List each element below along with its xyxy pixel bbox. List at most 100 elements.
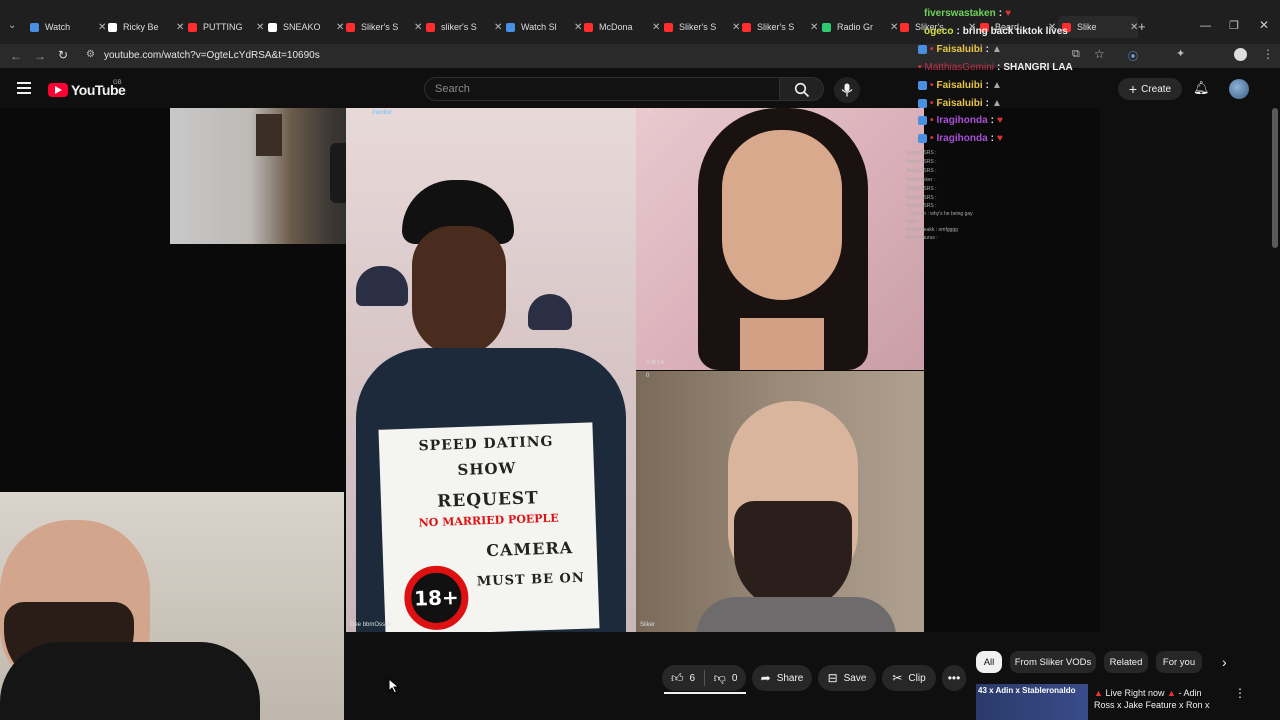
scissors-icon: ✂	[892, 671, 903, 685]
extension-icon[interactable]: ⦿	[1128, 48, 1138, 63]
hamburger-menu-icon[interactable]	[17, 82, 31, 94]
browser-tab[interactable]: PUTTING ✕	[188, 18, 264, 36]
chat-user: Faisaluibi	[936, 98, 983, 109]
age-badge-text: 18+	[413, 585, 460, 611]
like-ratio-bar	[664, 692, 746, 694]
tab-close-icon[interactable]: ✕	[176, 22, 184, 33]
forward-arrow-icon[interactable]: →	[34, 49, 46, 63]
chips-next-arrow-icon[interactable]: ›	[1222, 654, 1227, 670]
recommended-thumbnail[interactable]: 43 x Adin x Stableronaldo	[976, 684, 1088, 720]
tab-close-icon[interactable]: ✕	[810, 22, 818, 33]
browser-tab[interactable]: Sliker's S ✕	[664, 18, 740, 36]
recommended-menu-icon[interactable]: ⋮	[1234, 686, 1246, 700]
browser-tab[interactable]: Radio Gr ✕	[822, 18, 898, 36]
chat-emote-icon: ▲	[991, 44, 1002, 55]
chat-mini-line: VanityOSRS :	[906, 168, 937, 174]
microphone-icon	[841, 83, 853, 97]
chat-mini-line: VanityOSRS :	[906, 195, 937, 201]
chip-from-sliker-vods[interactable]: From Sliker VODs	[1010, 651, 1096, 673]
viewer-count-bottom: 0	[646, 373, 650, 379]
tab-close-icon[interactable]: ✕	[890, 22, 898, 33]
search-input[interactable]	[424, 77, 780, 101]
chat-emote-icon: ▲	[991, 98, 1002, 109]
like-count: 6	[689, 672, 696, 684]
chat-badge-icon	[918, 134, 927, 143]
share-button[interactable]: ➦ Share	[752, 665, 812, 691]
chat-bullet: •	[930, 80, 934, 91]
chat-message: • MatthiasGemini: SHANGRI LAA	[918, 62, 1073, 73]
browser-menu-icon[interactable]: ⋮	[1262, 47, 1274, 61]
browser-tab[interactable]: Slike ✕	[1058, 16, 1138, 38]
tab-close-icon[interactable]: ✕	[652, 22, 660, 33]
chat-bullet: •	[930, 115, 934, 126]
tab-label: PUTTING	[203, 22, 243, 32]
maximize-button[interactable]: ❐	[1229, 19, 1239, 32]
install-icon[interactable]: ⧉	[1072, 48, 1080, 61]
recommended-title[interactable]: ▲ Live Right now ▲ - Adin Ross x Jake Fe…	[1094, 687, 1226, 720]
tab-close-icon[interactable]: ✕	[732, 22, 740, 33]
tab-close-icon[interactable]: ✕	[1130, 22, 1138, 33]
sign-line-4: NO MARRIED POEPLE	[418, 511, 559, 530]
browser-tab[interactable]: Sliker's S ✕	[346, 18, 422, 36]
minimize-button[interactable]: —	[1200, 20, 1211, 32]
url-text[interactable]: youtube.com/watch?v=OgteLcYdRSA&t=10690s	[104, 50, 320, 61]
reload-icon[interactable]: ↻	[58, 48, 68, 62]
request-sign: SPEED DATING SHOW REQUEST NO MARRIED POE…	[378, 422, 600, 632]
chat-user: Iragihonda	[936, 115, 988, 126]
chat-message: ogeco: bring back tiktok lives	[924, 26, 1068, 37]
chat-bullet: •	[918, 62, 922, 73]
tab-close-icon[interactable]: ✕	[414, 22, 422, 33]
chat-user: fiverswastaken	[924, 8, 996, 19]
chip-label: For you	[1162, 656, 1196, 668]
chat-message: • Iragihonda: ♥	[918, 133, 1003, 144]
clip-button[interactable]: ✂ Clip	[882, 665, 936, 691]
tab-label: Sliker's S	[757, 22, 795, 32]
tab-favicon-icon	[900, 22, 909, 32]
tab-search-icon[interactable]: ⌄	[8, 20, 16, 31]
browser-tab[interactable]: Ricky Be ✕	[108, 18, 184, 36]
browser-tab[interactable]: Watch ✕	[30, 18, 106, 36]
dislike-button[interactable]: 👎︎ 0	[705, 665, 746, 691]
voice-search-button[interactable]	[834, 77, 860, 103]
new-tab-button[interactable]: +	[1138, 19, 1146, 34]
tab-close-icon[interactable]: ✕	[98, 22, 106, 33]
browser-tab[interactable]: Sliker's S ✕	[742, 18, 818, 36]
caption-host: Dee bbmOssce	[350, 622, 392, 628]
chat-mini-line: Kreamlikker :	[906, 177, 936, 183]
video-panel-guest-woman: 20 A N I A	[636, 108, 924, 370]
browser-tab[interactable]: McDona ✕	[584, 18, 660, 36]
page-scrollbar[interactable]	[1272, 108, 1278, 248]
bookmark-star-icon[interactable]: ☆	[1094, 47, 1105, 61]
back-arrow-icon[interactable]: ←	[10, 49, 22, 63]
site-info-icon[interactable]: ⚙	[86, 49, 95, 60]
like-button[interactable]: 👍︎ 6	[662, 665, 704, 691]
caption-guest-man: Sliker	[640, 622, 656, 628]
tab-close-icon[interactable]: ✕	[336, 22, 344, 33]
browser-tab[interactable]: Watch Sl ✕	[506, 18, 582, 36]
profile-avatar-icon[interactable]	[1234, 48, 1247, 61]
video-panel-guest-man: 0 Sliker	[636, 371, 924, 632]
account-avatar[interactable]	[1229, 79, 1249, 99]
streamer-facecam	[0, 492, 344, 720]
more-actions-button[interactable]: •••	[942, 665, 966, 691]
browser-tab[interactable]: SNEAKO ✕	[268, 18, 344, 36]
chip-for-you[interactable]: For you	[1156, 651, 1202, 673]
chat-separator: :	[990, 115, 994, 126]
tab-close-icon[interactable]: ✕	[574, 22, 582, 33]
chip-related[interactable]: Related	[1104, 651, 1148, 673]
chip-all[interactable]: All	[976, 651, 1002, 673]
chat-separator: :	[985, 80, 989, 91]
save-button[interactable]: ⊟ Save	[818, 665, 876, 691]
browser-tab[interactable]: sliker's S ✕	[426, 18, 502, 36]
tab-close-icon[interactable]: ✕	[256, 22, 264, 33]
tab-favicon-icon	[188, 22, 197, 32]
tab-favicon-icon	[742, 22, 751, 32]
chat-emote-icon: ♥	[996, 133, 1003, 144]
tab-close-icon[interactable]: ✕	[494, 22, 502, 33]
notifications-bell-icon[interactable]: 🔔︎	[1193, 80, 1210, 96]
search-button[interactable]	[780, 77, 824, 101]
window-close-button[interactable]: ✕	[1259, 18, 1269, 32]
extensions-puzzle-icon[interactable]: ✦	[1176, 47, 1185, 60]
create-button[interactable]: + Create	[1118, 78, 1182, 100]
chat-separator: :	[998, 8, 1003, 19]
